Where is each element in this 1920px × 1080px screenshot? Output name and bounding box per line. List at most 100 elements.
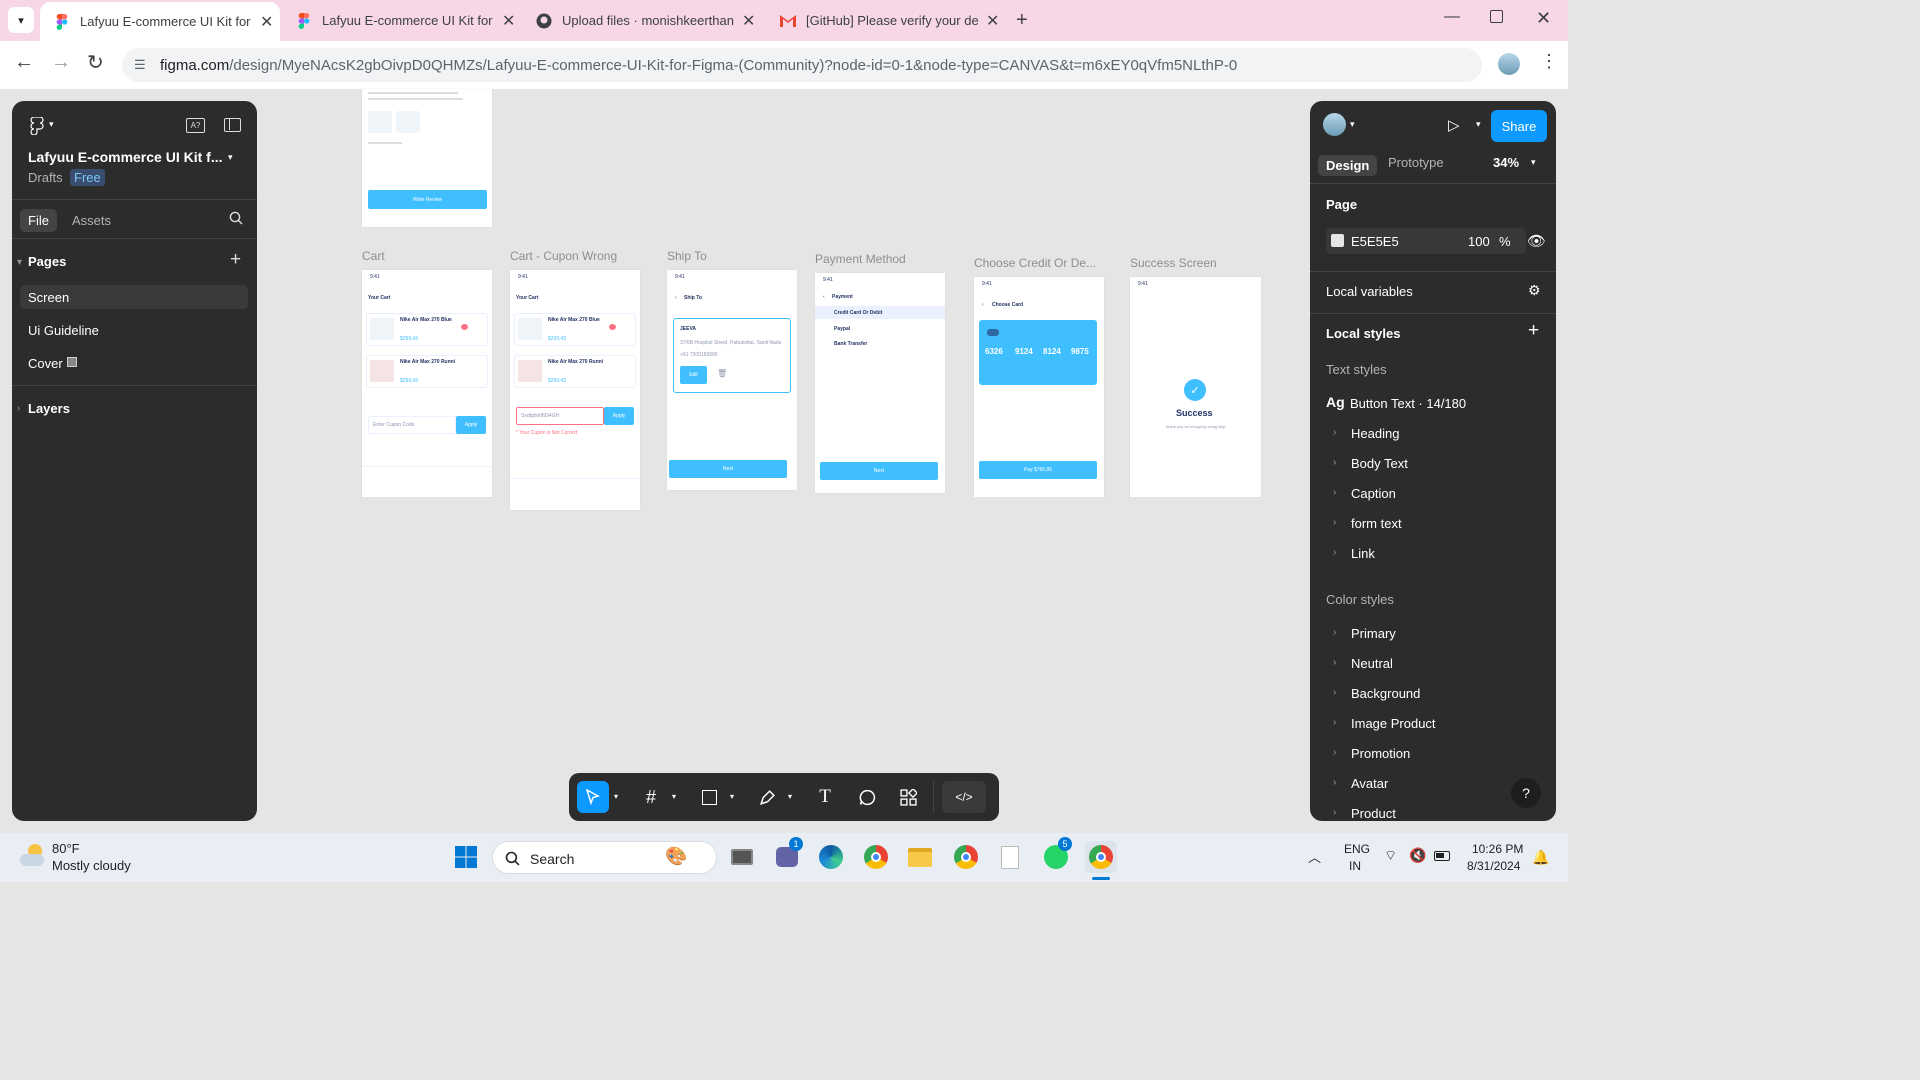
chevron-down-icon[interactable]: ▾	[730, 792, 734, 801]
apply-button[interactable]: Apply	[604, 407, 634, 425]
site-settings-icon[interactable]: ☰	[134, 57, 146, 73]
figma-menu-icon[interactable]	[30, 117, 44, 135]
reload-button[interactable]: ↻	[87, 50, 104, 75]
text-style-item[interactable]: Body Text	[1351, 456, 1408, 471]
clock-date[interactable]: 8/31/2024	[1467, 859, 1520, 873]
close-icon[interactable]: ✕	[986, 11, 999, 31]
color-style-item[interactable]: Avatar	[1351, 776, 1388, 791]
share-button[interactable]: Share	[1491, 110, 1547, 142]
chrome-icon[interactable]	[950, 841, 982, 873]
color-style-item[interactable]: Background	[1351, 686, 1420, 701]
text-style-item[interactable]: form text	[1351, 516, 1402, 531]
canvas[interactable]: Write Review Cart Cart - Cupon Wrong Shi…	[257, 89, 1310, 833]
payment-option[interactable]: Bank Transfer	[834, 341, 867, 347]
text-tool[interactable]: T	[809, 781, 841, 813]
notifications-icon[interactable]: 🔔	[1532, 849, 1549, 866]
close-icon[interactable]: ✕	[742, 11, 755, 31]
back-button[interactable]: ←	[14, 51, 34, 74]
teams-icon[interactable]: 1	[771, 837, 803, 873]
heart-icon[interactable]	[609, 324, 616, 330]
search-icon[interactable]	[229, 211, 243, 225]
choose-card-frame[interactable]: 9:41 ‹ Choose Card 6326 9124 8124 9875 P…	[974, 277, 1104, 497]
frame-label[interactable]: Success Screen	[1130, 256, 1217, 270]
tab-assets[interactable]: Assets	[72, 213, 111, 228]
language-top[interactable]: ENG	[1344, 842, 1370, 856]
back-icon[interactable]: ‹	[982, 302, 984, 308]
heart-icon[interactable]	[461, 324, 468, 330]
pay-button[interactable]: Pay $766.86	[979, 461, 1097, 479]
local-variables[interactable]: Local variables	[1326, 284, 1413, 299]
language-bottom[interactable]: IN	[1349, 859, 1361, 873]
layers-title[interactable]: Layers	[28, 401, 70, 416]
shape-tool[interactable]	[693, 781, 725, 813]
wifi-icon[interactable]: ⌔	[1384, 847, 1397, 865]
whatsapp-icon[interactable]: 5	[1040, 837, 1072, 873]
text-style-item[interactable]: Caption	[1351, 486, 1396, 501]
frame-label[interactable]: Choose Credit Or De...	[974, 256, 1096, 270]
new-tab-button[interactable]: +	[1016, 9, 1028, 32]
window-close-button[interactable]: ✕	[1536, 8, 1551, 29]
cart-coupon-wrong-frame[interactable]: 9:41 Your Cart Nike Air Max 270 Blue $29…	[510, 270, 640, 510]
back-icon[interactable]: ‹	[675, 295, 677, 301]
eye-icon[interactable]: 👁	[1527, 232, 1546, 250]
browser-tab-4[interactable]: [GitHub] Please verify your devi ✕	[766, 0, 1006, 41]
notepad-icon[interactable]	[994, 841, 1026, 873]
text-style-item[interactable]: Link	[1351, 546, 1375, 561]
color-style-item[interactable]: Promotion	[1351, 746, 1410, 761]
clock-time[interactable]: 10:26 PM	[1472, 842, 1523, 856]
frame-label[interactable]: Ship To	[667, 249, 707, 263]
chevron-down-icon[interactable]: ▾	[672, 792, 676, 801]
pen-tool[interactable]	[751, 781, 783, 813]
dev-mode-toggle[interactable]: </>	[942, 781, 986, 813]
sidebar-toggle-icon[interactable]	[224, 118, 241, 132]
page-item-cover[interactable]: Cover	[28, 356, 63, 371]
browser-menu-icon[interactable]: ⋮	[1540, 51, 1558, 72]
text-style-sample[interactable]: Button Text · 14/180	[1350, 396, 1466, 411]
file-name[interactable]: Lafyuu E-commerce UI Kit f...	[28, 149, 222, 165]
chevron-up-icon[interactable]: ︿	[1308, 847, 1321, 866]
chevron-down-icon[interactable]: ▾	[1350, 119, 1355, 130]
color-style-item[interactable]: Neutral	[1351, 656, 1393, 671]
chrome-icon[interactable]	[860, 841, 892, 873]
restore-button[interactable]	[1490, 10, 1503, 23]
move-tool[interactable]	[577, 781, 609, 813]
bg-color-hex[interactable]: E5E5E5	[1351, 234, 1399, 249]
forward-button[interactable]: →	[51, 51, 71, 74]
page-item-ui-guideline[interactable]: Ui Guideline	[28, 323, 99, 338]
browser-tab-1[interactable]: Lafyuu E-commerce UI Kit for Fi ✕	[40, 2, 280, 41]
chevron-down-icon[interactable]: ▾	[1476, 119, 1481, 130]
edge-icon[interactable]	[815, 841, 847, 873]
trash-icon[interactable]: 🗑	[717, 369, 727, 378]
file-explorer-icon[interactable]	[904, 841, 936, 873]
address-bar[interactable]: ☰ figma.com/design/MyeNAcsK2gbOivpD0QHMZ…	[122, 48, 1482, 82]
frame-label[interactable]: Cart - Cupon Wrong	[510, 249, 617, 263]
success-frame[interactable]: 9:41 ✓ Success thank you for shopping us…	[1130, 277, 1261, 497]
edit-button[interactable]: Edit	[680, 366, 707, 384]
chevron-down-icon[interactable]: ▾	[17, 257, 22, 268]
variables-settings-icon[interactable]: ⚙	[1528, 282, 1541, 299]
color-swatch[interactable]	[1331, 234, 1344, 247]
chrome-icon[interactable]	[1085, 841, 1117, 873]
comment-tool[interactable]	[851, 781, 883, 813]
next-button[interactable]: Next	[669, 460, 787, 478]
frame-label[interactable]: Cart	[362, 249, 385, 263]
browser-tab-3[interactable]: Upload files · monishkeerthana/ ✕	[522, 0, 768, 41]
color-style-item[interactable]: Image Product	[1351, 716, 1436, 731]
bg-opacity[interactable]: 100	[1468, 234, 1490, 249]
close-icon[interactable]: ✕	[260, 12, 273, 32]
weather-temp[interactable]: 80°F	[52, 841, 80, 856]
frame-label[interactable]: Payment Method	[815, 252, 906, 266]
tab-file[interactable]: File	[20, 209, 57, 232]
ai-tools-icon[interactable]: A?	[186, 118, 205, 133]
chevron-right-icon[interactable]: ›	[17, 403, 20, 414]
browser-tab-2[interactable]: Lafyuu E-commerce UI Kit for Fi ✕	[282, 0, 522, 41]
add-style-button[interactable]: +	[1528, 320, 1539, 342]
minimize-button[interactable]: —	[1444, 8, 1460, 26]
weather-cloud-icon[interactable]	[18, 842, 46, 870]
actions-tool[interactable]	[892, 781, 924, 813]
taskbar-search[interactable]: Search 🎨	[492, 841, 717, 874]
task-view-icon[interactable]	[726, 841, 758, 873]
review-frame[interactable]: Write Review	[362, 89, 492, 227]
volume-muted-icon[interactable]: 🔇	[1409, 847, 1426, 864]
tab-search-button[interactable]: ▾	[8, 7, 34, 33]
